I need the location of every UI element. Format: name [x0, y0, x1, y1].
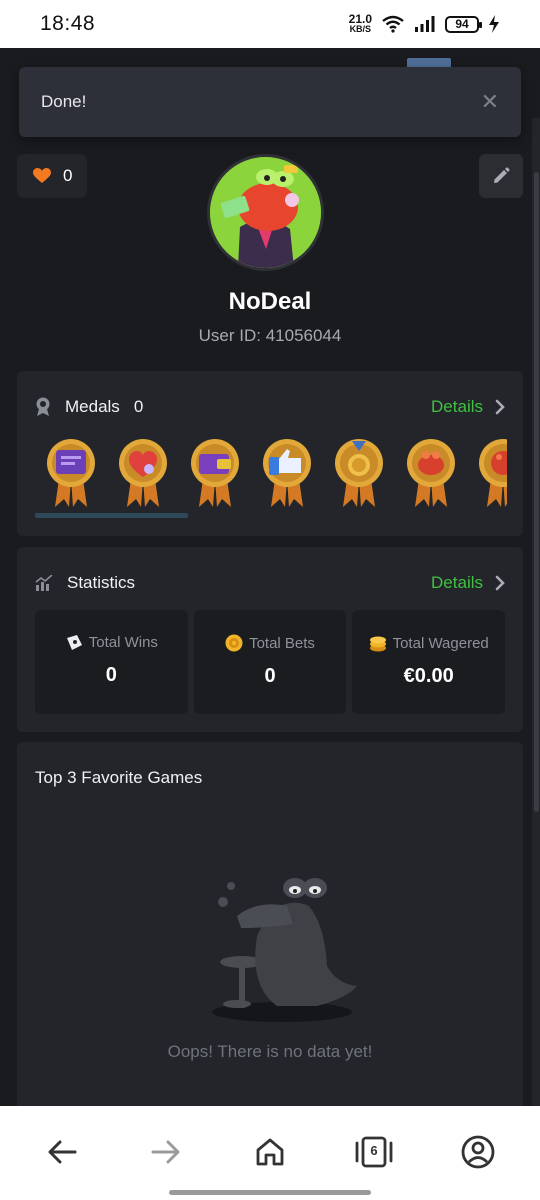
- toast-notification: Done! ✕: [19, 67, 521, 137]
- status-icons: 21.0 KB/S 94: [348, 12, 500, 34]
- account-button[interactable]: [448, 1130, 508, 1174]
- bottom-navigation: 6: [0, 1106, 540, 1200]
- stat-label-group: Total Wins: [65, 634, 158, 651]
- chat-medal[interactable]: [35, 437, 107, 513]
- username: NoDeal: [228, 288, 312, 315]
- likes-counter[interactable]: 0: [17, 154, 87, 198]
- status-time: 18:48: [40, 12, 96, 35]
- croc-fist-medal[interactable]: [467, 437, 507, 513]
- medals-details-label: Details: [431, 397, 483, 416]
- stat-label: Total Wagered: [392, 634, 489, 652]
- avatar[interactable]: [207, 154, 324, 271]
- medals-list[interactable]: [35, 437, 507, 513]
- forward-button[interactable]: [136, 1130, 196, 1174]
- stat-label: Total Wins: [88, 634, 158, 651]
- back-button[interactable]: [32, 1130, 92, 1174]
- forward-icon: [151, 1140, 180, 1164]
- medals-count: 0: [133, 397, 144, 416]
- chip-icon: [225, 634, 243, 652]
- scrollbar-thumb[interactable]: [534, 172, 539, 812]
- medals-title: Medals: [65, 397, 120, 416]
- medals-details-link[interactable]: Details: [431, 397, 505, 417]
- stat-label: Total Bets: [249, 634, 315, 652]
- favorites-card: Top 3 Favorite Games Oops! There is no d…: [17, 742, 523, 1106]
- sad-crocodile-illustration: [212, 878, 357, 1022]
- statistics-title: Statistics: [67, 573, 136, 592]
- croc-medal-icon: [407, 439, 455, 507]
- status-bar: 18:48 21.0 KB/S 94: [0, 0, 540, 48]
- medals-title-group: Medals 0: [35, 397, 143, 417]
- stat-total-wins: Total Wins 0: [35, 610, 188, 714]
- battery-icon: 94: [445, 15, 482, 33]
- heart-icon: [33, 168, 51, 183]
- heart-medal[interactable]: [107, 437, 179, 513]
- ticket-icon: [66, 634, 82, 650]
- wifi-icon: [382, 15, 404, 33]
- stat-value: 0: [105, 664, 117, 686]
- pencil-icon: [494, 167, 510, 183]
- chat-medal-icon: [47, 439, 95, 507]
- home-indicator[interactable]: [169, 1190, 371, 1195]
- nav-icons: 6: [0, 1130, 540, 1174]
- coin-medal[interactable]: [323, 437, 395, 513]
- profile-page[interactable]: Done! ✕ 0 NoDeal User ID: 41056044 Medal…: [0, 48, 540, 1106]
- crocodile-avatar-image: [210, 157, 321, 268]
- signal-icon: [415, 16, 435, 32]
- croc-fist-medal-icon: [479, 439, 507, 507]
- stat-total-wagered: Total Wagered €0.00: [352, 610, 506, 714]
- tabs-button[interactable]: 6: [344, 1130, 404, 1174]
- stat-value: €0.00: [403, 665, 454, 687]
- user-id: User ID: 41056044: [198, 326, 342, 345]
- statistics-details-label: Details: [431, 573, 483, 592]
- edit-profile-button[interactable]: [479, 154, 523, 198]
- wallet-medal[interactable]: [179, 437, 251, 513]
- account-icon: [461, 1135, 495, 1169]
- favorites-title: Top 3 Favorite Games: [35, 768, 203, 787]
- net-speed: 21.0 KB/S: [348, 12, 372, 34]
- stat-label-group: Total Wagered: [369, 634, 489, 652]
- thumbs-up-medal[interactable]: [251, 437, 323, 513]
- toast-message: Done!: [41, 92, 87, 111]
- chevron-right-icon: [495, 575, 505, 591]
- medals-card: Medals 0 Details: [17, 371, 523, 536]
- heart-medal-icon: [119, 439, 167, 507]
- bar-chart-icon: [35, 575, 53, 591]
- wallet-medal-icon: [191, 439, 239, 507]
- chevron-right-icon: [495, 399, 505, 415]
- medal-icon: [36, 397, 50, 416]
- stat-label-group: Total Bets: [225, 634, 315, 652]
- close-icon[interactable]: ✕: [481, 89, 499, 115]
- charging-icon: [489, 15, 499, 33]
- empty-state-text: Oops! There is no data yet!: [167, 1042, 373, 1061]
- home-button[interactable]: [240, 1130, 300, 1174]
- likes-count: 0: [63, 166, 73, 185]
- croc-medal[interactable]: [395, 437, 467, 513]
- coin-medal-icon: [335, 439, 383, 507]
- stat-total-bets: Total Bets 0: [193, 610, 347, 714]
- home-icon: [256, 1138, 284, 1166]
- statistics-grid: Total Wins 0 Total Bets 0 Total Wagered …: [35, 610, 506, 714]
- net-speed-value: 21.0: [348, 12, 372, 26]
- coins-icon: [369, 636, 386, 652]
- medals-scroll-indicator[interactable]: [35, 513, 188, 518]
- thumbs-up-medal-icon: [263, 439, 311, 507]
- statistics-header: Statistics Details: [35, 571, 505, 595]
- tabs-count: 6: [370, 1143, 378, 1158]
- statistics-card: Statistics Details Total Wins 0 Total Be…: [17, 547, 523, 732]
- stat-value: 0: [264, 665, 276, 687]
- statistics-details-link[interactable]: Details: [431, 573, 505, 593]
- net-speed-unit: KB/S: [349, 24, 372, 34]
- back-icon: [48, 1140, 77, 1164]
- statistics-title-group: Statistics: [35, 573, 135, 593]
- medals-header: Medals 0 Details: [35, 395, 505, 419]
